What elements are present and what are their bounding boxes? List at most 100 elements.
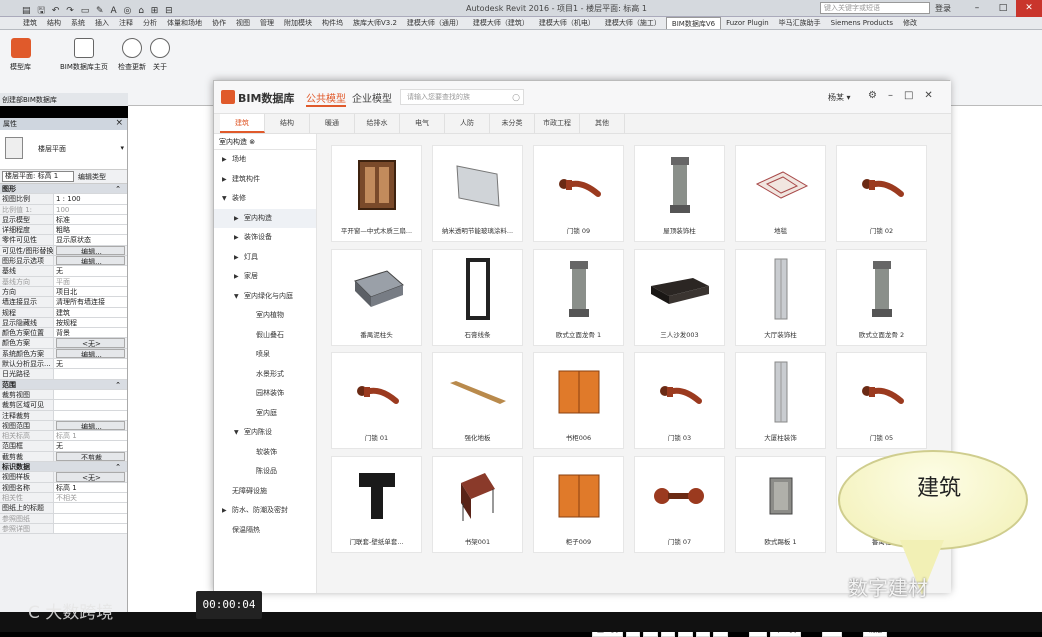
property-value[interactable]: 项目北 — [54, 286, 127, 297]
ribbon-tab[interactable]: 分析 — [138, 17, 162, 29]
model-card[interactable]: 欧式立面龙骨 1 — [533, 248, 624, 346]
tree-item[interactable]: ▶ 防水、防潮及密封 — [214, 501, 316, 521]
property-section[interactable]: 范围 ⌃ — [0, 379, 127, 390]
ribbon-tab[interactable]: 修改 — [898, 17, 922, 29]
expanded-arrow-icon[interactable]: ▼ — [234, 423, 244, 442]
ribbon-tab[interactable]: 体量和场地 — [162, 17, 207, 29]
model-card[interactable]: 门锁 07 — [634, 455, 725, 553]
property-edit-button[interactable]: 编辑... — [56, 256, 125, 266]
tree-item[interactable]: 室内庭 — [214, 404, 316, 424]
collapsed-arrow-icon[interactable]: ▶ — [234, 228, 244, 247]
login-link[interactable]: 登录 — [935, 3, 951, 14]
ribbon-tab[interactable]: 插入 — [90, 17, 114, 29]
dialog-maximize-button[interactable]: □ — [904, 90, 913, 101]
view-instance-select[interactable]: 楼层平面: 标高 1 — [2, 171, 74, 182]
breadcrumb[interactable]: 室内构造 ⊗ — [214, 134, 316, 150]
property-value[interactable] — [54, 369, 127, 379]
category-tab[interactable]: 暖通 — [310, 114, 355, 133]
property-value[interactable]: 清理所有墙连接 — [54, 297, 127, 307]
category-tab[interactable]: 结构 — [265, 114, 310, 133]
tree-item[interactable]: ▶ 场地 — [214, 150, 316, 170]
ribbon-tab[interactable]: BIM数据库V6 — [665, 17, 722, 29]
chevron-down-icon[interactable]: ▾ — [120, 144, 124, 152]
property-value[interactable]: 背景 — [54, 328, 127, 338]
tree-item[interactable]: 园林装饰 — [214, 384, 316, 404]
model-card[interactable]: 纳米透明节能玻璃涂料... — [432, 145, 523, 242]
model-card[interactable]: 柜子009 — [533, 455, 624, 553]
type-selector[interactable]: 楼层平面 ▾ — [0, 130, 127, 170]
model-card[interactable]: 平开窗—中式木质三扇... — [331, 145, 422, 242]
property-value[interactable] — [54, 400, 127, 410]
dialog-close-button[interactable]: ✕ — [924, 90, 932, 101]
property-edit-button[interactable]: <无> — [56, 338, 125, 348]
model-card[interactable]: 书柜006 — [533, 352, 624, 449]
property-value[interactable]: 标高 1 — [54, 482, 127, 492]
category-tab[interactable]: 市政工程 — [535, 114, 580, 133]
model-card[interactable]: 地毯 — [735, 145, 826, 242]
ribbon-tab[interactable]: 管理 — [255, 17, 279, 29]
model-library-button[interactable]: 模型库 — [10, 38, 31, 72]
close-icon[interactable]: × — [115, 118, 123, 128]
tree-item[interactable]: 无障碍设施 — [214, 482, 316, 502]
search-icon[interactable]: ○ — [512, 91, 520, 105]
model-card[interactable]: 大厦柱装饰 — [735, 352, 826, 449]
tree-item[interactable]: ▶ 室内构造 — [214, 208, 316, 228]
property-value[interactable]: 标准 — [54, 214, 127, 225]
property-edit-button[interactable]: 编辑... — [56, 245, 125, 256]
bim-home-button[interactable]: BIM数据库主页 — [60, 38, 108, 72]
category-tab[interactable]: 未分类 — [490, 114, 535, 133]
tab-public-models[interactable]: 公共模型 — [306, 90, 346, 107]
model-card[interactable]: 门锁 09 — [533, 145, 624, 242]
window-minimize-button[interactable]: – — [964, 0, 990, 17]
category-tab[interactable]: 其他 — [580, 114, 625, 133]
property-edit-button[interactable]: 编辑... — [56, 420, 125, 431]
collapsed-arrow-icon[interactable]: ▶ — [234, 267, 244, 286]
collapsed-arrow-icon[interactable]: ▶ — [222, 150, 232, 169]
ribbon-tab[interactable]: 建模大师（通用） — [402, 17, 468, 29]
ribbon-tab[interactable]: 注释 — [114, 17, 138, 29]
collapsed-arrow-icon[interactable]: ▶ — [234, 209, 244, 228]
tree-item[interactable]: 水景形式 — [214, 365, 316, 385]
tree-item[interactable]: 保温隔热 — [214, 521, 316, 541]
model-card[interactable]: 欧式立面龙骨 2 — [836, 248, 927, 346]
model-card[interactable]: 门锁 03 — [634, 352, 725, 449]
about-button[interactable]: 关于 — [150, 38, 170, 72]
tree-item[interactable]: ▼ 室内绿化与内庭 — [214, 287, 316, 307]
ribbon-tab[interactable]: Siemens Products — [826, 17, 898, 29]
ribbon-tab[interactable]: 结构 — [42, 17, 66, 29]
tree-item[interactable]: 陈设品 — [214, 462, 316, 482]
property-value[interactable]: 无 — [54, 266, 127, 276]
property-value[interactable]: 粗略 — [54, 225, 127, 235]
tree-item[interactable]: ▼ 室内陈设 — [214, 423, 316, 443]
ribbon-tab[interactable]: Fuzor Plugin — [721, 17, 774, 29]
property-value[interactable]: 无 — [54, 441, 127, 451]
tree-item[interactable]: 室内植物 — [214, 306, 316, 326]
ribbon-tab[interactable]: 建模大师（施工） — [600, 17, 666, 29]
property-value[interactable] — [54, 389, 127, 400]
expanded-arrow-icon[interactable]: ▼ — [222, 189, 232, 208]
model-card[interactable]: 欧式踢板 1 — [735, 455, 826, 553]
category-tab[interactable]: 电气 — [400, 114, 445, 133]
ribbon-tab[interactable]: 毕马汇族助手 — [774, 17, 826, 29]
expanded-arrow-icon[interactable]: ▼ — [234, 287, 244, 306]
window-close-button[interactable]: ✕ — [1016, 0, 1042, 17]
property-edit-button[interactable]: <无> — [56, 472, 125, 482]
tree-item[interactable]: ▶ 家居 — [214, 267, 316, 287]
model-card[interactable]: 强化地板 — [432, 352, 523, 449]
ribbon-tab[interactable]: 系统 — [66, 17, 90, 29]
tab-enterprise-models[interactable]: 企业模型 — [352, 90, 392, 105]
family-search-input[interactable]: 请输入您要查找的族 ○ — [400, 89, 524, 105]
ribbon-tab[interactable]: 族库大师V3.2 — [348, 17, 402, 29]
model-card[interactable]: 门锁 01 — [331, 352, 422, 449]
tree-item[interactable]: 软装饰 — [214, 443, 316, 463]
model-card[interactable]: 大厅装饰柱 — [735, 248, 826, 346]
property-edit-button[interactable]: 不剪裁 — [56, 451, 125, 462]
ribbon-tab[interactable]: 建模大师（建筑） — [468, 17, 534, 29]
check-update-button[interactable]: 检查更新 — [118, 38, 146, 72]
tree-item[interactable]: ▶ 装饰设备 — [214, 228, 316, 248]
ribbon-tab[interactable]: 视图 — [231, 17, 255, 29]
property-value[interactable] — [54, 410, 127, 420]
collapse-icon[interactable]: ⌃ — [115, 184, 127, 193]
gear-icon[interactable]: ⚙ — [868, 90, 877, 101]
tree-item[interactable]: ▼ 装修 — [214, 189, 316, 209]
